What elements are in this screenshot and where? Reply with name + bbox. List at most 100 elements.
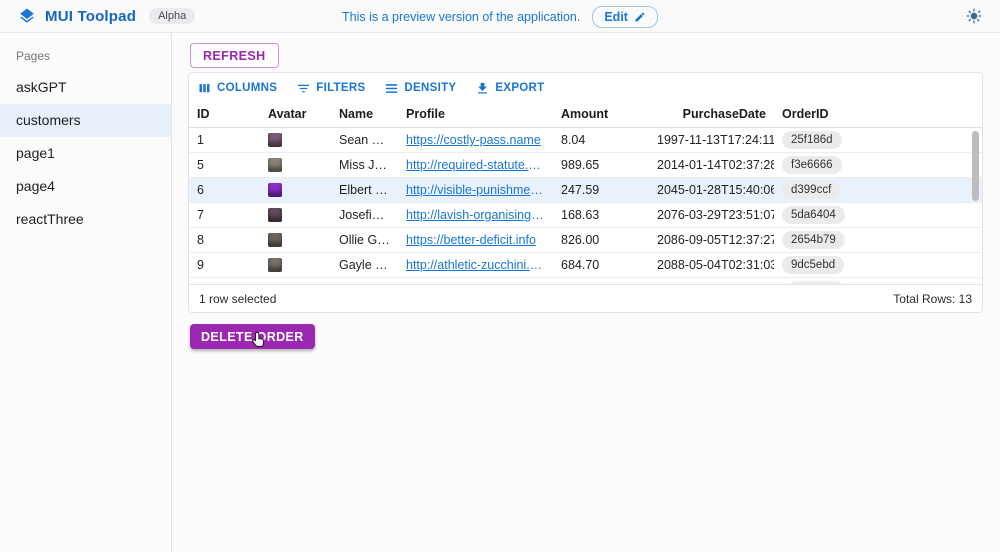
toolpad-layers-icon [18, 7, 36, 25]
page: MUI Toolpad Alpha This is a preview vers… [0, 0, 1000, 552]
vertical-scrollbar[interactable] [972, 131, 979, 201]
cell-amount: 8.04 [553, 133, 649, 147]
profile-link[interactable]: http://visible-punishment.net [406, 183, 545, 197]
cell-name: Ollie Green… [331, 233, 398, 247]
cell-purchasedate: 1997-11-13T17:24:11.769Z [649, 133, 774, 147]
cell-avatar [260, 208, 331, 222]
delete-order-button[interactable]: DELETE ORDER [190, 324, 315, 349]
profile-link[interactable]: http://athletic-zucchini.org [406, 258, 545, 272]
refresh-button[interactable]: REFRESH [190, 43, 279, 68]
table-row[interactable]: 8 Ollie Green… https://better-deficit.in… [189, 228, 982, 253]
profile-link[interactable]: https://better-deficit.info [406, 233, 545, 247]
cell-id: 5 [189, 158, 260, 172]
orderid-chip: 5da6404 [782, 206, 845, 224]
cell-avatar [260, 233, 331, 247]
grid-header-row: ID Avatar Name Profile Amount PurchaseDa… [189, 101, 982, 128]
cell-avatar [260, 133, 331, 147]
download-icon [475, 81, 490, 96]
column-header-name[interactable]: Name [331, 107, 398, 121]
sidebar-item-customers[interactable]: customers [0, 104, 171, 137]
column-header-id[interactable]: ID [189, 107, 260, 121]
profile-link[interactable]: http://required-statute.org [406, 158, 545, 172]
export-button[interactable]: EXPORT [475, 81, 544, 96]
cell-amount: 168.63 [553, 208, 649, 222]
sidebar: Pages askGPT customers page1 page4 react… [0, 33, 172, 552]
cell-orderid: 9dc5ebd [774, 256, 982, 274]
column-header-avatar[interactable]: Avatar [260, 107, 331, 121]
cell-avatar [260, 183, 331, 197]
columns-button[interactable]: COLUMNS [197, 81, 277, 96]
cell-id: 6 [189, 183, 260, 197]
cell-profile: https://better-deficit.info [398, 233, 553, 247]
grid-footer: 1 row selected Total Rows: 13 [189, 284, 982, 312]
app-bar: MUI Toolpad Alpha This is a preview vers… [0, 0, 1000, 33]
cell-avatar [260, 158, 331, 172]
cell-profile: http://lavish-organising.name [398, 208, 553, 222]
orderid-chip: 9dc5ebd [782, 256, 844, 274]
grid-toolbar: COLUMNS FILTERS DENSITY [189, 73, 982, 101]
cell-name: Josefina P… [331, 208, 398, 222]
cell-amount: 826.00 [553, 233, 649, 247]
cell-purchasedate: 2045-01-28T15:40:06.325Z [649, 183, 774, 197]
data-grid: COLUMNS FILTERS DENSITY [188, 72, 983, 313]
cell-profile: http://visible-punishment.net [398, 183, 553, 197]
preview-text: This is a preview version of the applica… [342, 10, 580, 24]
density-button-label: DENSITY [404, 82, 456, 94]
cell-profile: https://costly-pass.name [398, 133, 553, 147]
filter-list-icon [296, 81, 311, 96]
orderid-chip: 25f186d [782, 131, 842, 149]
edit-button-label: Edit [604, 10, 628, 24]
profile-link[interactable]: http://lavish-organising.name [406, 208, 545, 222]
profile-link[interactable]: https://costly-pass.name [406, 133, 545, 147]
sidebar-item-page4[interactable]: page4 [0, 170, 171, 203]
cell-name: Miss Juan … [331, 158, 398, 172]
density-button[interactable]: DENSITY [384, 81, 456, 96]
column-header-profile[interactable]: Profile [398, 107, 553, 121]
table-row[interactable]: 9 Gayle Den… http://athletic-zucchini.or… [189, 253, 982, 278]
cell-amount: 989.65 [553, 158, 649, 172]
avatar [268, 133, 282, 147]
app-logo[interactable]: MUI Toolpad Alpha [18, 7, 195, 25]
column-header-purchasedate[interactable]: PurchaseDate [649, 107, 774, 121]
cell-purchasedate: 2086-09-05T12:37:27.015Z [649, 233, 774, 247]
cell-orderid: 2654b79 [774, 231, 982, 249]
column-header-orderid[interactable]: OrderID [774, 107, 982, 121]
cell-purchasedate: 2014-01-14T02:37:28.536Z [649, 158, 774, 172]
main-content: REFRESH COLUMNS FILTERS [173, 33, 1000, 552]
table-row-selected[interactable]: 6 Elbert McL… http://visible-punishment.… [189, 178, 982, 203]
theme-toggle-button[interactable] [966, 8, 982, 24]
total-rows: Total Rows: 13 [893, 292, 972, 306]
cell-purchasedate: 2088-05-04T02:31:03.294Z [649, 258, 774, 272]
selection-status: 1 row selected [199, 292, 276, 306]
app-title: MUI Toolpad [45, 8, 136, 25]
pencil-icon [634, 11, 646, 23]
edit-button[interactable]: Edit [592, 6, 658, 28]
cell-id: 9 [189, 258, 260, 272]
sidebar-item-askgpt[interactable]: askGPT [0, 71, 171, 104]
avatar [268, 183, 282, 197]
cell-profile: http://required-statute.org [398, 158, 553, 172]
orderid-chip: d399ccf [782, 181, 840, 199]
cell-name: Elbert McL… [331, 183, 398, 197]
table-row[interactable]: 7 Josefina P… http://lavish-organising.n… [189, 203, 982, 228]
table-row[interactable]: 1 Sean Harris https://costly-pass.name 8… [189, 128, 982, 153]
avatar [268, 258, 282, 272]
cell-profile: http://athletic-zucchini.org [398, 258, 553, 272]
cell-orderid: f3e6666 [774, 156, 982, 174]
columns-button-label: COLUMNS [217, 82, 277, 94]
cell-purchasedate: 2076-03-29T23:51:07.968Z [649, 208, 774, 222]
cell-amount: 684.70 [553, 258, 649, 272]
orderid-chip: f3e6666 [782, 156, 842, 174]
table-row[interactable]: 5 Miss Juan … http://required-statute.or… [189, 153, 982, 178]
orderid-chip: 2654b79 [782, 231, 845, 249]
filters-button[interactable]: FILTERS [296, 81, 365, 96]
brightness-icon [966, 8, 982, 24]
cell-name: Gayle Den… [331, 258, 398, 272]
alpha-badge: Alpha [149, 8, 195, 24]
sidebar-item-page1[interactable]: page1 [0, 137, 171, 170]
export-button-label: EXPORT [495, 82, 544, 94]
sidebar-item-reactthree[interactable]: reactThree [0, 203, 171, 236]
cell-avatar [260, 258, 331, 272]
column-header-amount[interactable]: Amount [553, 107, 649, 121]
cell-orderid: d399ccf [774, 181, 982, 199]
